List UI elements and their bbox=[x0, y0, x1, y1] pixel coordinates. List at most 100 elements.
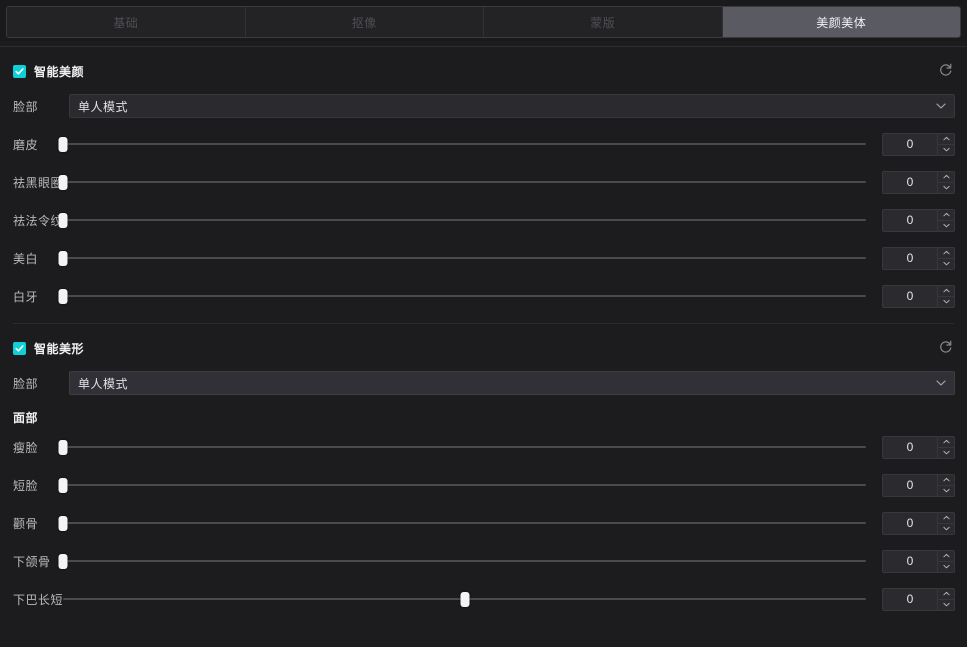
stepper-down-icon[interactable] bbox=[938, 145, 954, 155]
stepper-down-icon[interactable] bbox=[938, 297, 954, 307]
smart-beauty-checkbox[interactable] bbox=[13, 64, 26, 78]
value-input[interactable] bbox=[882, 208, 938, 232]
stepper-up-icon[interactable] bbox=[938, 475, 954, 486]
stepper-up-icon[interactable] bbox=[938, 172, 954, 183]
value-input[interactable] bbox=[882, 284, 938, 308]
smart-reshape-checkbox[interactable] bbox=[13, 341, 26, 355]
stepper-up-icon[interactable] bbox=[938, 551, 954, 562]
checkmark-icon bbox=[15, 67, 24, 76]
value-input[interactable] bbox=[882, 170, 938, 194]
beauty-settings-panel[interactable]: 智能美颜脸部单人模式磨皮祛黑眼圈祛法令纹美白白牙智能美形脸部单人模式面部瘦脸短脸… bbox=[0, 47, 967, 647]
stepper-buttons[interactable] bbox=[938, 511, 955, 535]
stepper-up-icon[interactable] bbox=[938, 248, 954, 259]
slider-row: 下颌骨 bbox=[0, 542, 967, 580]
slider-thumb[interactable] bbox=[58, 175, 68, 190]
stepper-up-icon[interactable] bbox=[938, 513, 954, 524]
stepper-buttons[interactable] bbox=[938, 132, 955, 156]
stepper-up-icon[interactable] bbox=[938, 210, 954, 221]
slider-control[interactable] bbox=[58, 286, 866, 306]
value-stepper[interactable] bbox=[882, 549, 955, 573]
value-input[interactable] bbox=[882, 549, 938, 573]
value-input[interactable] bbox=[882, 473, 938, 497]
stepper-down-icon[interactable] bbox=[938, 562, 954, 572]
slider-thumb[interactable] bbox=[460, 592, 469, 607]
reset-circular-arrow-icon bbox=[938, 339, 953, 357]
stepper-down-icon[interactable] bbox=[938, 259, 954, 269]
tab-chromakey[interactable]: 抠像 bbox=[245, 7, 484, 37]
smart-beauty-face-mode-select[interactable]: 单人模式 bbox=[69, 94, 955, 118]
slider-control[interactable] bbox=[58, 134, 866, 154]
stepper-down-icon[interactable] bbox=[938, 524, 954, 534]
section-divider bbox=[13, 323, 954, 324]
stepper-down-icon[interactable] bbox=[938, 183, 954, 193]
stepper-down-icon[interactable] bbox=[938, 448, 954, 458]
section-header-smart-reshape: 智能美形 bbox=[0, 332, 967, 364]
slider-track bbox=[63, 143, 866, 145]
tab-basic[interactable]: 基础 bbox=[7, 7, 246, 37]
smart-reshape-face-label: 脸部 bbox=[13, 376, 39, 391]
value-stepper[interactable] bbox=[882, 208, 955, 232]
value-stepper[interactable] bbox=[882, 473, 955, 497]
slider-control[interactable] bbox=[58, 172, 866, 192]
slider-thumb[interactable] bbox=[58, 137, 68, 152]
slider-thumb[interactable] bbox=[58, 213, 68, 228]
stepper-down-icon[interactable] bbox=[938, 221, 954, 231]
slider-control[interactable] bbox=[58, 475, 866, 495]
stepper-up-icon[interactable] bbox=[938, 286, 954, 297]
value-input[interactable] bbox=[882, 587, 938, 611]
stepper-buttons[interactable] bbox=[938, 208, 955, 232]
stepper-buttons[interactable] bbox=[938, 284, 955, 308]
slider-label: 白牙 bbox=[13, 289, 39, 304]
slider-control[interactable] bbox=[63, 589, 866, 609]
stepper-up-icon[interactable] bbox=[938, 589, 954, 600]
slider-thumb[interactable] bbox=[58, 251, 68, 266]
stepper-buttons[interactable] bbox=[938, 587, 955, 611]
stepper-buttons[interactable] bbox=[938, 473, 955, 497]
tab-bar[interactable]: 基础 抠像 蒙版 美颜美体 bbox=[6, 6, 961, 38]
stepper-buttons[interactable] bbox=[938, 246, 955, 270]
value-stepper[interactable] bbox=[882, 246, 955, 270]
stepper-buttons[interactable] bbox=[938, 170, 955, 194]
value-stepper[interactable] bbox=[882, 435, 955, 459]
slider-thumb[interactable] bbox=[58, 440, 68, 455]
smart-reshape-face-mode-select[interactable]: 单人模式 bbox=[69, 371, 955, 395]
smart-reshape-reset-button[interactable] bbox=[935, 338, 955, 358]
value-input[interactable] bbox=[882, 511, 938, 535]
value-stepper[interactable] bbox=[882, 284, 955, 308]
value-stepper[interactable] bbox=[882, 132, 955, 156]
slider-thumb[interactable] bbox=[58, 554, 68, 569]
slider-control[interactable] bbox=[58, 210, 866, 230]
tab-mask[interactable]: 蒙版 bbox=[484, 7, 723, 37]
slider-track bbox=[63, 181, 866, 183]
slider-track bbox=[63, 257, 866, 259]
stepper-up-icon[interactable] bbox=[938, 437, 954, 448]
tab-beauty-body[interactable]: 美颜美体 bbox=[722, 7, 960, 37]
slider-control[interactable] bbox=[58, 437, 866, 457]
value-input[interactable] bbox=[882, 246, 938, 270]
slider-thumb[interactable] bbox=[58, 289, 68, 304]
checkmark-icon bbox=[15, 344, 24, 353]
reset-circular-arrow-icon bbox=[938, 62, 953, 80]
value-stepper[interactable] bbox=[882, 170, 955, 194]
slider-label: 祛黑眼圈 bbox=[13, 175, 64, 190]
slider-thumb[interactable] bbox=[58, 478, 68, 493]
slider-track bbox=[63, 219, 866, 221]
slider-track bbox=[63, 522, 866, 524]
value-input[interactable] bbox=[882, 435, 938, 459]
chevron-down-icon bbox=[936, 102, 946, 110]
slider-control[interactable] bbox=[58, 551, 866, 571]
stepper-buttons[interactable] bbox=[938, 435, 955, 459]
stepper-down-icon[interactable] bbox=[938, 600, 954, 610]
value-stepper[interactable] bbox=[882, 587, 955, 611]
slider-row: 短脸 bbox=[0, 466, 967, 504]
stepper-down-icon[interactable] bbox=[938, 486, 954, 496]
slider-control[interactable] bbox=[58, 248, 866, 268]
slider-control[interactable] bbox=[58, 513, 866, 533]
smart-beauty-reset-button[interactable] bbox=[935, 61, 955, 81]
stepper-up-icon[interactable] bbox=[938, 134, 954, 145]
value-input[interactable] bbox=[882, 132, 938, 156]
slider-thumb[interactable] bbox=[58, 516, 68, 531]
value-stepper[interactable] bbox=[882, 511, 955, 535]
stepper-buttons[interactable] bbox=[938, 549, 955, 573]
smart-beauty-face-label: 脸部 bbox=[13, 99, 39, 114]
